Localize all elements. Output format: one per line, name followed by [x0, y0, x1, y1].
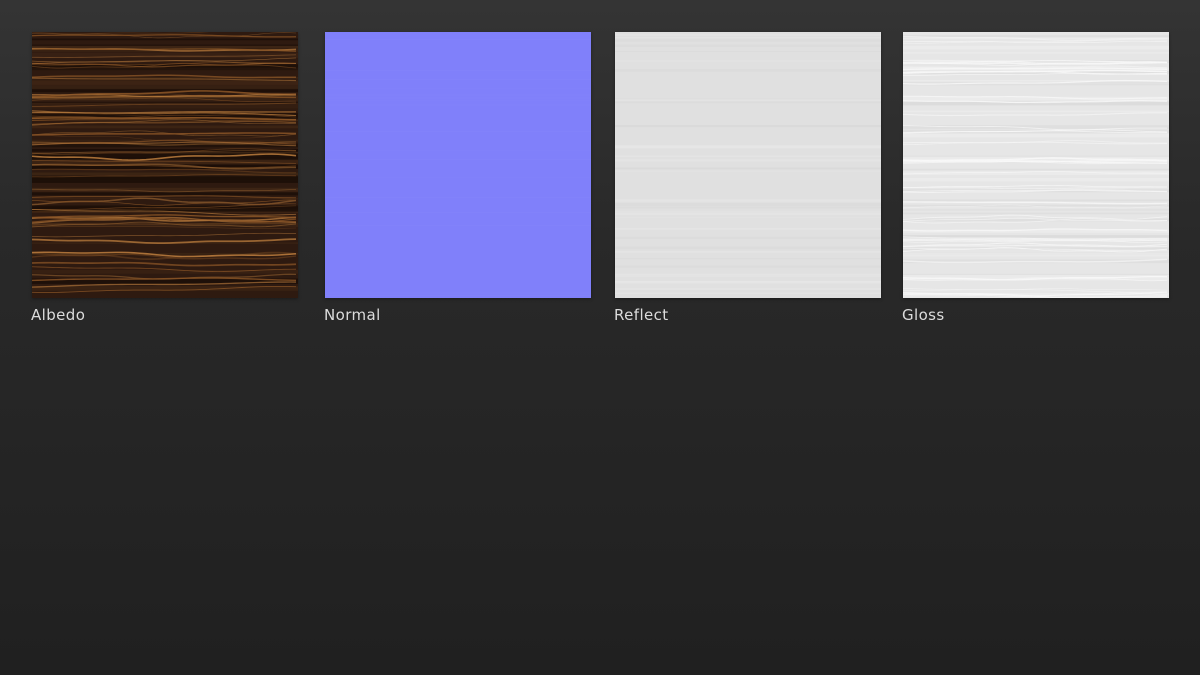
reflect-texture-swatch[interactable]	[615, 32, 881, 298]
reflect-texture-image	[615, 32, 881, 298]
gloss-texture-swatch[interactable]	[903, 32, 1169, 298]
gloss-label: Gloss	[902, 306, 945, 324]
normal-texture-image	[325, 32, 591, 298]
albedo-map-card[interactable]: Albedo	[31, 32, 298, 324]
normal-texture-swatch[interactable]	[325, 32, 591, 298]
albedo-label: Albedo	[31, 306, 86, 324]
albedo-texture-swatch[interactable]	[32, 32, 298, 298]
reflect-label: Reflect	[614, 306, 669, 324]
albedo-texture-image	[32, 32, 298, 298]
gloss-texture-image	[903, 32, 1169, 298]
normal-label: Normal	[324, 306, 381, 324]
normal-map-card[interactable]: Normal	[324, 32, 591, 324]
gloss-map-card[interactable]: Gloss	[902, 32, 1169, 324]
texture-map-grid: Albedo Normal Reflect Gloss	[0, 0, 1200, 340]
reflect-map-card[interactable]: Reflect	[614, 32, 881, 324]
